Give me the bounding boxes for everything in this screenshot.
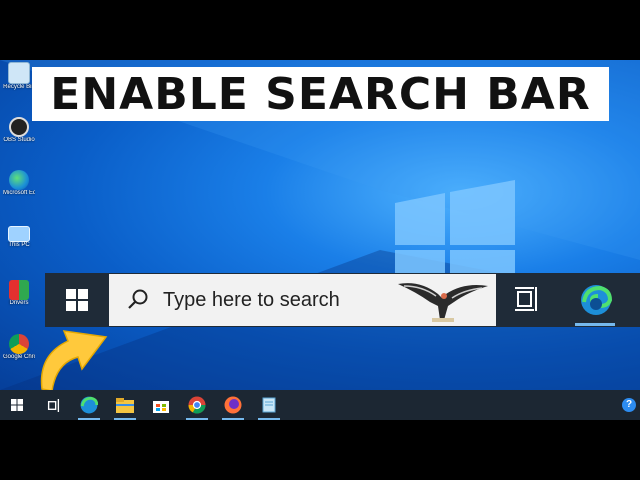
recycle-bin-icon <box>8 62 30 84</box>
drivers-icon <box>9 280 29 300</box>
taskbar-start-button[interactable] <box>0 390 34 420</box>
desktop-icon-label: Recycle Bin <box>3 84 35 90</box>
firefox-icon <box>224 396 242 414</box>
active-indicator <box>575 323 615 326</box>
zoomed-search-box[interactable]: Type here to search <box>109 274 496 326</box>
task-view-icon[interactable] <box>515 287 539 311</box>
desktop-icon-label: OBS Studio <box>3 137 35 143</box>
taskbar <box>0 390 640 420</box>
letterbox-top <box>0 0 640 60</box>
desktop-icon-label: This PC <box>8 242 30 248</box>
chrome-icon <box>9 334 29 354</box>
taskbar-store[interactable] <box>144 390 178 420</box>
desktop-icon-obs-studio[interactable]: OBS Studio <box>3 117 35 144</box>
edge-icon <box>80 396 98 414</box>
windows-start-icon <box>11 399 23 411</box>
condor-bird-icon <box>398 283 488 322</box>
desktop-icon-this-pc[interactable]: This PC <box>3 226 35 249</box>
folder-icon <box>116 397 134 413</box>
search-icon <box>128 289 148 309</box>
taskbar-firefox[interactable] <box>216 390 250 420</box>
task-view-icon <box>47 398 59 412</box>
taskbar-chrome[interactable] <box>180 390 214 420</box>
page-title: ENABLE SEARCH BAR <box>50 68 591 120</box>
search-placeholder: Type here to search <box>163 289 340 311</box>
notepad-icon <box>262 397 276 413</box>
desktop-icon-label: Microsoft Edge <box>3 190 35 196</box>
desktop-icon-drivers[interactable]: Drivers <box>3 280 35 307</box>
letterbox-bottom <box>0 420 640 480</box>
zoomed-taskbar: Type here to search <box>45 273 640 327</box>
store-icon <box>153 401 169 413</box>
desktop-icon-recycle-bin[interactable]: Recycle Bin <box>3 62 35 91</box>
windows-start-icon <box>66 289 88 311</box>
taskbar-edge[interactable] <box>72 390 106 420</box>
yellow-arrow-icon <box>40 330 108 392</box>
desktop-icon-label: Drivers <box>9 300 29 306</box>
title-banner: ENABLE SEARCH BAR <box>32 67 609 121</box>
this-pc-icon <box>8 226 30 242</box>
taskbar-task-view[interactable] <box>36 390 70 420</box>
taskbar-file-explorer[interactable] <box>108 390 142 420</box>
help-icon[interactable]: ? <box>622 398 636 412</box>
obs-studio-icon <box>9 117 29 137</box>
desktop-icon-edge[interactable]: Microsoft Edge <box>3 170 35 197</box>
chrome-icon <box>188 396 206 414</box>
edge-icon[interactable] <box>580 284 612 316</box>
edge-icon <box>9 170 29 190</box>
taskbar-notepad[interactable] <box>252 390 286 420</box>
